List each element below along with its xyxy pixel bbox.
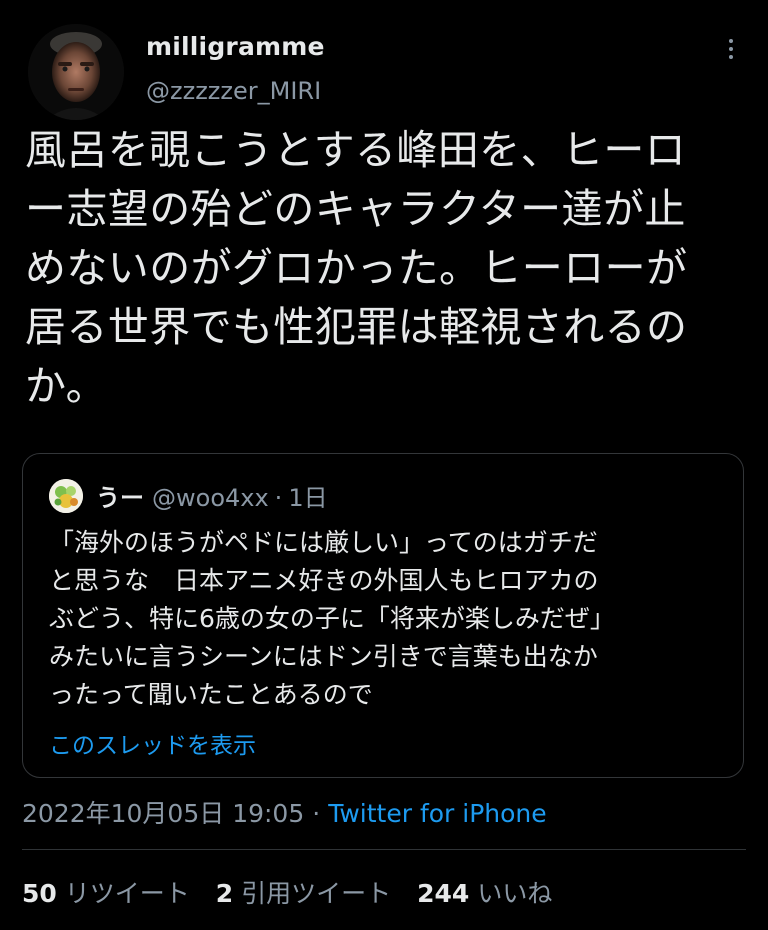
- likes-stat[interactable]: 244 いいね: [417, 879, 552, 908]
- retweets-count: 50: [22, 879, 57, 908]
- quote-text: 「海外のほうがペドには厳しい」ってのはガチだ と思うな 日本アニメ好きの外国人も…: [49, 528, 615, 709]
- tweet-text: 風呂を覗こうとする峰田を、ヒーロ ー志望の殆どのキャラクター達が止 めないのがグ…: [25, 126, 688, 410]
- avatar-image: [28, 24, 124, 120]
- likes-count: 244: [417, 879, 470, 908]
- author-name[interactable]: milligramme: [146, 32, 325, 61]
- tweet-stats: 50 リツイート 2 引用ツイート 244 いいね: [22, 874, 570, 910]
- quote-tweets-count: 2: [215, 879, 234, 908]
- tweet-meta: 2022年10月05日 19:05 · Twitter for iPhone: [22, 794, 547, 830]
- author-handle[interactable]: @zzzzzer_MIRI: [146, 77, 321, 105]
- quote-time[interactable]: 1日: [288, 484, 327, 512]
- quote-avatar-image: [49, 479, 83, 513]
- meta-separator: ·: [312, 799, 321, 828]
- quote-tweets-label: 引用ツイート: [241, 879, 392, 908]
- quote-header: うー @woo4xx · 1日: [96, 478, 328, 513]
- show-thread-link[interactable]: このスレッドを表示: [49, 726, 256, 760]
- retweets-label: リツイート: [64, 879, 190, 908]
- tweet-source-link[interactable]: Twitter for iPhone: [328, 799, 546, 828]
- divider: [22, 849, 746, 850]
- more-horizontal-icon-dot: [729, 47, 733, 51]
- more-options-button[interactable]: [716, 36, 746, 62]
- more-horizontal-icon: [729, 39, 733, 43]
- quote-author-handle[interactable]: @woo4xx: [152, 484, 269, 512]
- quoted-tweet[interactable]: うー @woo4xx · 1日 「海外のほうがペドには厳しい」ってのはガチだ と思うな…: [22, 453, 744, 778]
- likes-label: いいね: [477, 879, 553, 908]
- quote-avatar[interactable]: [49, 479, 83, 513]
- tweet-timestamp[interactable]: 2022年10月05日 19:05: [22, 799, 304, 828]
- quote-author-name[interactable]: うー: [96, 484, 144, 512]
- quote-tweets-stat[interactable]: 2 引用ツイート: [216, 879, 391, 908]
- avatar[interactable]: [28, 24, 124, 120]
- retweets-stat[interactable]: 50 リツイート: [22, 879, 190, 908]
- more-horizontal-icon-dot: [729, 55, 733, 59]
- quote-separator: ·: [274, 484, 283, 512]
